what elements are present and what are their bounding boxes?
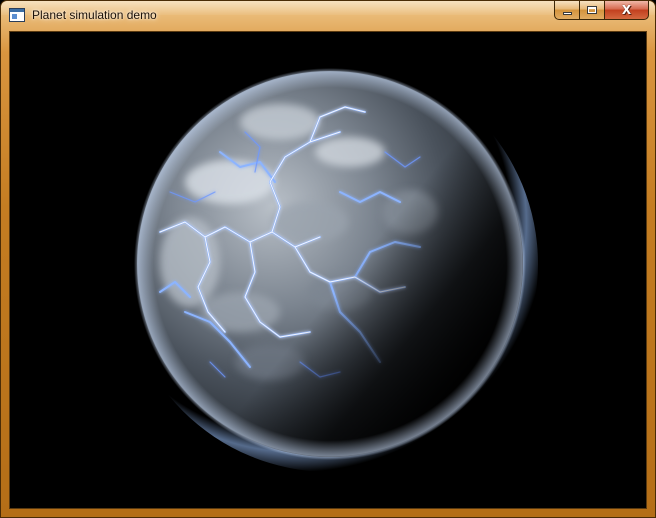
maximize-icon — [587, 6, 597, 14]
planet-scene — [10, 32, 646, 508]
app-icon[interactable] — [9, 8, 25, 22]
window-title: Planet simulation demo — [32, 8, 157, 22]
render-viewport[interactable] — [9, 31, 647, 509]
close-icon: X — [621, 3, 632, 17]
app-window: Planet simulation demo X — [0, 0, 656, 518]
planet-rim-light — [134, 68, 526, 460]
caption-buttons: X — [554, 1, 649, 21]
minimize-icon — [562, 12, 572, 15]
maximize-button[interactable] — [580, 1, 605, 20]
close-button[interactable]: X — [605, 1, 649, 20]
minimize-button[interactable] — [554, 1, 580, 20]
planet — [122, 56, 538, 472]
title-bar[interactable]: Planet simulation demo X — [1, 1, 655, 31]
